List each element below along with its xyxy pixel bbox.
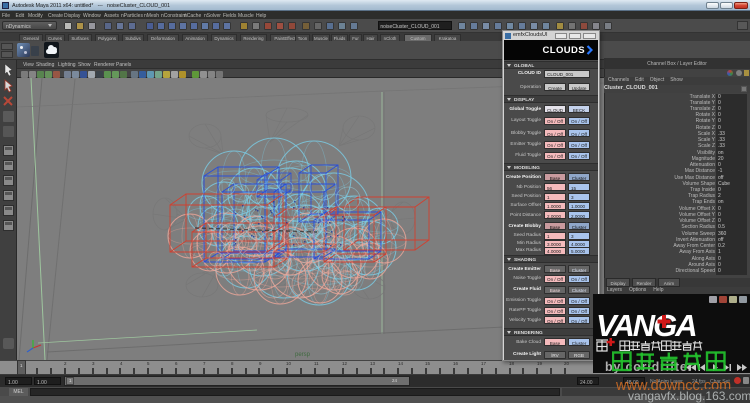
svg-text:VANGA: VANGA [596, 308, 696, 343]
svg-text:persp: persp [295, 352, 311, 358]
